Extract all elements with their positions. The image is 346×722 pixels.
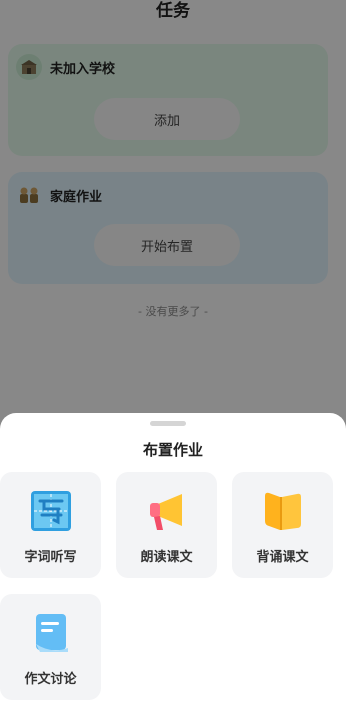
dictation-icon xyxy=(28,488,74,534)
sheet-title: 布置作业 xyxy=(142,441,203,459)
dictation-label: 字词听写 xyxy=(24,550,77,565)
dictation-tile[interactable]: 字词听写 xyxy=(0,472,101,578)
recite-tile[interactable]: 背诵课文 xyxy=(232,472,333,578)
read-aloud-tile[interactable]: 朗读课文 xyxy=(116,472,217,578)
recite-label: 背诵课文 xyxy=(256,550,309,565)
read-aloud-label: 朗读课文 xyxy=(140,550,193,565)
essay-tile[interactable]: 作文讨论 xyxy=(0,594,101,700)
megaphone-icon xyxy=(144,488,190,534)
assign-homework-sheet: 布置作业 字词听写 朗读课文 背诵课文 作文讨论 xyxy=(0,413,346,722)
book-icon xyxy=(260,488,306,534)
essay-label: 作文讨论 xyxy=(24,672,77,687)
document-icon xyxy=(28,610,74,656)
sheet-drag-handle[interactable] xyxy=(150,421,186,426)
